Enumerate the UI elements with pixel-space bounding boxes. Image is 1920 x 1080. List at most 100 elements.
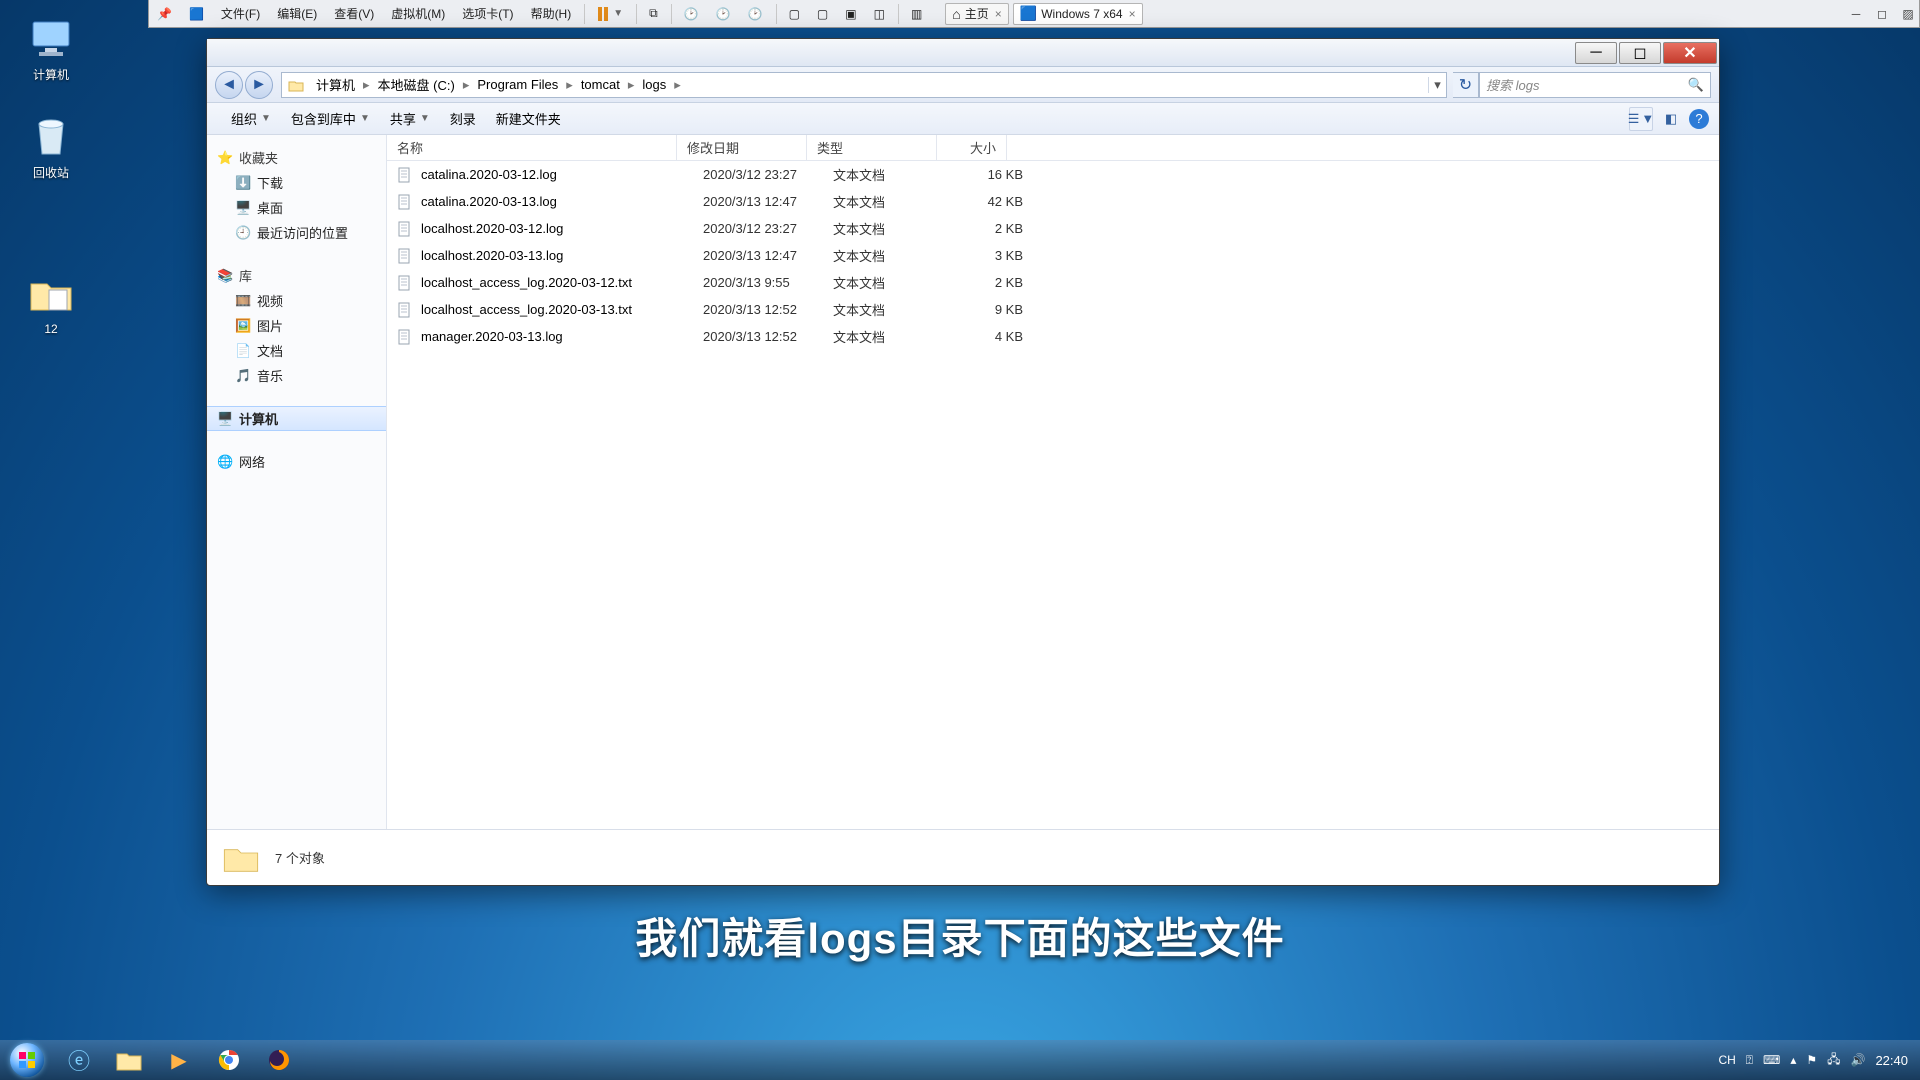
sidebar-network[interactable]: 🌐网络 [207,449,386,474]
breadcrumb-0[interactable]: 计算机 [310,75,361,94]
sidebar-libraries[interactable]: 📚库 [207,263,386,288]
text-file-icon [397,302,413,318]
tab-close-icon[interactable]: × [995,7,1002,21]
text-file-icon [397,329,413,345]
tray-ime[interactable]: CH [1718,1053,1735,1067]
sidebar-fav-0[interactable]: ⬇️下载 [207,170,386,195]
search-placeholder: 搜索 logs [1486,75,1539,94]
snapshot3-icon[interactable]: 🕑 [740,1,772,27]
pause-button[interactable]: ▼ [589,1,632,27]
system-tray: CH ⍰ ⌨ ▴ ⚑ 🖧 🔊 22:40 [1718,1050,1920,1071]
explorer-titlebar[interactable]: ─ ◻ ✕ [207,39,1719,67]
host-menu-5[interactable]: 帮助(H) [523,1,581,27]
host-close-button[interactable]: ▨ [1897,3,1919,25]
desktop-computer[interactable]: 计算机 [14,14,88,83]
file-row-2[interactable]: localhost.2020-03-12.log2020/3/12 23:27文… [387,215,1719,242]
host-menu-3[interactable]: 虚拟机(M) [383,1,454,27]
nav-back-button[interactable]: ◄ [215,71,243,99]
file-row-4[interactable]: localhost_access_log.2020-03-12.txt2020/… [387,269,1719,296]
host-menu-0[interactable]: 文件(F) [213,1,269,27]
host-min-button[interactable]: ─ [1845,3,1867,25]
taskbar-media[interactable]: ▶ [155,1041,203,1079]
start-button[interactable] [0,1040,54,1080]
host-tab-0[interactable]: ⌂主页× [945,3,1009,25]
tray-volume-icon[interactable]: 🔊 [1851,1053,1866,1067]
search-input[interactable]: 搜索 logs 🔍 [1479,72,1711,98]
tab-close-icon[interactable]: × [1129,7,1136,21]
tb-organize[interactable]: 组织▼ [221,103,281,134]
address-bar[interactable]: 计算机▸本地磁盘 (C:)▸Program Files▸tomcat▸logs▸… [281,72,1447,98]
help-button[interactable]: ? [1689,109,1709,129]
desktop-folder-12[interactable]: 12 [14,270,88,336]
tb-newfolder[interactable]: 新建文件夹 [486,103,571,134]
nav-fwd-button[interactable]: ► [245,71,273,99]
tray-keyboard-icon[interactable]: ⌨ [1763,1053,1780,1067]
desktop-recycle[interactable]: 回收站 [14,112,88,181]
file-list[interactable]: catalina.2020-03-12.log2020/3/12 23:27文本… [387,161,1719,829]
tray-flag-icon[interactable]: ⚑ [1806,1053,1817,1067]
col-date[interactable]: 修改日期 [677,135,807,160]
sidebar-lib-0[interactable]: 🎞️视频 [207,288,386,313]
breadcrumb-sep: ▸ [361,77,372,93]
window-close-button[interactable]: ✕ [1663,42,1717,64]
window-max-button[interactable]: ◻ [1619,42,1661,64]
fullscreen-icon[interactable]: ▣ [837,1,865,27]
window-min-button[interactable]: ─ [1575,42,1617,64]
desktop-recycle-label: 回收站 [33,164,69,181]
breadcrumb-sep: ▸ [626,77,637,93]
sidebar-favorites[interactable]: ⭐收藏夹 [207,145,386,170]
host-menubar: 📌 🟦 文件(F)编辑(E)查看(V)虚拟机(M)选项卡(T)帮助(H) ▼ ⧉… [148,0,1920,28]
sidebar-computer[interactable]: 🖥️计算机 [207,406,386,431]
sidebar-lib-2[interactable]: 📄文档 [207,338,386,363]
status-text: 7 个对象 [275,848,325,867]
snapshot2-icon[interactable]: 🕑 [708,1,740,27]
file-row-5[interactable]: localhost_access_log.2020-03-13.txt2020/… [387,296,1719,323]
view1-icon[interactable]: ▢ [781,1,809,27]
tb-burn[interactable]: 刻录 [440,103,486,134]
tray-network-icon[interactable]: 🖧 [1827,1050,1840,1071]
col-name[interactable]: 名称 [387,135,677,160]
breadcrumb-2[interactable]: Program Files [471,77,564,92]
file-row-6[interactable]: manager.2020-03-13.log2020/3/13 12:52文本文… [387,323,1719,350]
tray-clock[interactable]: 22:40 [1875,1053,1908,1068]
view-mode-button[interactable]: ☰▼ [1629,107,1653,131]
host-max-button[interactable]: ◻ [1871,3,1893,25]
search-icon: 🔍 [1688,77,1704,93]
address-dropdown[interactable]: ▾ [1428,77,1446,93]
host-pin-icon[interactable]: 📌 [149,1,181,27]
explorer-toolbar: 组织▼ 包含到库中▼ 共享▼ 刻录 新建文件夹 ☰▼ ◧ ? [207,103,1719,135]
snapshot-icon[interactable]: 🕑 [676,1,708,27]
sidebar-lib-3[interactable]: 🎵音乐 [207,363,386,388]
taskbar-chrome[interactable] [205,1041,253,1079]
preview-pane-button[interactable]: ◧ [1659,107,1683,131]
refresh-button[interactable]: ↻ [1453,72,1479,98]
file-row-0[interactable]: catalina.2020-03-12.log2020/3/12 23:27文本… [387,161,1719,188]
col-size[interactable]: 大小 [937,135,1007,160]
unity-icon[interactable]: ◫ [866,1,894,27]
col-type[interactable]: 类型 [807,135,937,160]
host-icon[interactable]: ⧉ [641,1,667,27]
file-row-1[interactable]: catalina.2020-03-13.log2020/3/13 12:47文本… [387,188,1719,215]
view2-icon[interactable]: ▢ [809,1,837,27]
host-menu-2[interactable]: 查看(V) [326,1,383,27]
taskbar-ie[interactable]: ⓔ [55,1041,103,1079]
tray-chevron-icon[interactable]: ▴ [1790,1053,1796,1067]
host-menu-1[interactable]: 编辑(E) [269,1,326,27]
thumbnail-icon[interactable]: ▥ [903,1,931,27]
breadcrumb-3[interactable]: tomcat [575,77,626,92]
taskbar-explorer[interactable] [105,1041,153,1079]
host-menu-4[interactable]: 选项卡(T) [454,1,522,27]
host-tab-1[interactable]: 🟦Windows 7 x64× [1013,3,1143,25]
sidebar-lib-1[interactable]: 🖼️图片 [207,313,386,338]
column-headers[interactable]: 名称 修改日期 类型 大小 [387,135,1719,161]
file-row-3[interactable]: localhost.2020-03-13.log2020/3/13 12:47文… [387,242,1719,269]
host-app-icon[interactable]: 🟦 [181,1,213,27]
breadcrumb-4[interactable]: logs [636,77,672,92]
taskbar-firefox[interactable] [255,1041,303,1079]
tray-help-icon[interactable]: ⍰ [1746,1053,1753,1068]
sidebar-fav-2[interactable]: 🕘最近访问的位置 [207,220,386,245]
sidebar-fav-1[interactable]: 🖥️桌面 [207,195,386,220]
tb-share[interactable]: 共享▼ [380,103,440,134]
tb-include[interactable]: 包含到库中▼ [281,103,380,134]
breadcrumb-1[interactable]: 本地磁盘 (C:) [372,75,461,94]
